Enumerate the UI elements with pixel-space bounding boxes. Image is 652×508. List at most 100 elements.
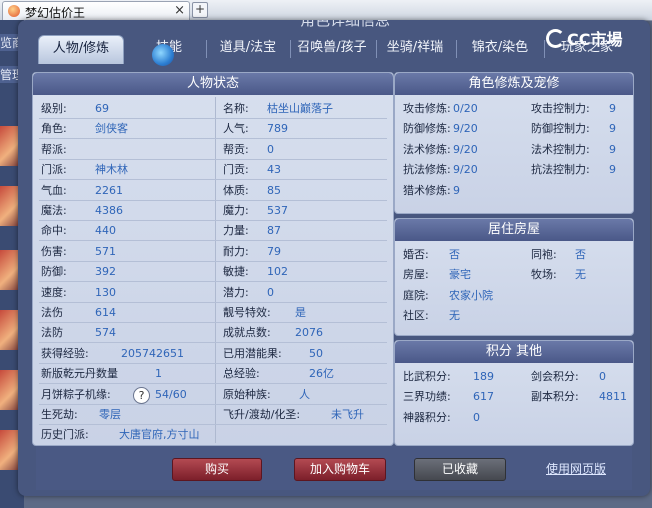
points-label: 副本积分: <box>531 390 579 404</box>
residence-value: 否 <box>575 248 586 261</box>
status-row: 魔力: 537 <box>223 201 389 220</box>
status-value: 79 <box>267 244 281 258</box>
browser-tab[interactable]: 梦幻估价王 × <box>2 1 190 21</box>
status-label: 防御: <box>41 265 67 279</box>
status-row: 级别: 69 <box>41 99 211 118</box>
cultivation-value: 9/20 <box>453 142 478 156</box>
status-label: 耐力: <box>223 244 249 258</box>
points-row: 比武积分: 189 剑会积分: 0 <box>403 367 631 386</box>
cultivation-value: 0/20 <box>453 102 478 115</box>
status-value: 537 <box>267 204 288 217</box>
status-value: 574 <box>95 326 116 340</box>
column-divider <box>215 97 216 443</box>
status-label: 总经验: <box>223 367 260 381</box>
cultivation-value: 9/20 <box>453 163 478 177</box>
residence-value: 无 <box>449 309 460 323</box>
status-label: 帮派: <box>41 142 67 156</box>
points-row: 三界功绩: 617 副本积分: 4811 <box>403 387 631 406</box>
tab-summons-children[interactable]: 召唤兽/孩子 <box>292 35 372 63</box>
residence-title: 居住房屋 <box>395 219 633 241</box>
status-value: 枯坐山巅落子 <box>267 102 333 115</box>
residence-label: 牧场: <box>531 268 557 282</box>
status-value: 神木林 <box>95 163 128 177</box>
status-row: 潜力: 0 <box>223 283 389 302</box>
browser-tab-title: 梦幻估价王 <box>25 6 86 20</box>
tab-outfits-dye[interactable]: 锦衣/染色 <box>460 35 540 63</box>
tab-character-cultivation[interactable]: 人物/修炼 <box>38 35 124 64</box>
status-value: 是 <box>295 306 306 319</box>
status-value: 392 <box>95 265 116 279</box>
residence-row: 庭院: 农家小院 <box>403 286 631 305</box>
points-value: 0 <box>473 410 480 424</box>
residence-label: 房屋: <box>403 268 429 282</box>
status-value: 54/60 <box>155 387 187 401</box>
status-value: 43 <box>267 163 281 177</box>
new-tab-button[interactable]: + <box>192 2 208 18</box>
status-value: 440 <box>95 224 116 238</box>
status-value: 零层 <box>99 408 121 421</box>
character-status-title: 人物状态 <box>33 73 393 95</box>
close-icon[interactable]: × <box>174 3 185 18</box>
status-value: 剑侠客 <box>95 122 128 136</box>
status-label: 飞升/渡劫/化圣: <box>223 408 301 421</box>
status-row: 人气: 789 <box>223 119 389 138</box>
tab-items-treasures[interactable]: 道具/法宝 <box>210 35 286 63</box>
residence-row: 社区: 无 <box>403 306 631 325</box>
cultivation-value: 9 <box>453 183 460 197</box>
status-label: 成就点数: <box>223 326 271 340</box>
status-row: 体质: 85 <box>223 181 389 200</box>
status-value: 26亿 <box>309 367 334 381</box>
residence-label: 同袍: <box>531 248 557 261</box>
cultivation-value: 9 <box>609 163 616 177</box>
status-row: 法伤 614 <box>41 303 211 322</box>
cultivation-label: 法术控制力: <box>531 142 590 156</box>
status-label: 帮贡: <box>223 142 249 156</box>
tab-player-home[interactable]: 玩家之家 <box>546 35 628 63</box>
buy-button[interactable]: 购买 <box>172 458 262 481</box>
status-row: 原始种族: 人 <box>223 385 389 404</box>
collected-button[interactable]: 已收藏 <box>414 458 506 481</box>
status-label: 名称: <box>223 102 249 115</box>
status-label: 角色: <box>41 122 67 136</box>
residence-row: 房屋: 豪宅 牧场: 无 <box>403 265 631 284</box>
use-web-version-link[interactable]: 使用网页版 <box>546 460 606 477</box>
residence-panel: 居住房屋 婚否: 否同袍: 否房屋: 豪宅 牧场: 无庭院: 农家小院 社区: 无 <box>394 218 634 336</box>
status-label: 伤害: <box>41 244 67 258</box>
residence-value: 否 <box>449 248 460 261</box>
add-to-cart-button[interactable]: 加入购物车 <box>294 458 386 481</box>
globe-icon <box>152 44 174 66</box>
status-row: 命中: 440 <box>41 221 211 240</box>
help-icon[interactable]: ? <box>133 386 150 404</box>
status-row: 力量: 87 <box>223 221 389 240</box>
residence-value: 无 <box>575 268 586 282</box>
status-label: 气血: <box>41 183 67 197</box>
residence-label: 婚否: <box>403 248 429 261</box>
status-row: 获得经验: 205742651 <box>41 344 211 363</box>
status-label: 历史门派: <box>41 428 89 442</box>
status-label: 命中: <box>41 224 67 238</box>
status-row: 新版乾元丹数量 1 <box>41 364 211 383</box>
cultivation-label: 攻击修炼: <box>403 102 451 115</box>
status-row: 飞升/渡劫/化圣: 未飞升 <box>223 405 389 424</box>
status-value: 2261 <box>95 183 123 197</box>
tab-mounts[interactable]: 坐骑/祥瑞 <box>378 35 452 63</box>
tab-divider <box>206 40 207 58</box>
cultivation-row: 攻击修炼: 0/20 攻击控制力: 9 <box>403 99 631 118</box>
points-value: 617 <box>473 390 494 404</box>
status-value: 0 <box>267 142 274 156</box>
residence-value: 豪宅 <box>449 268 471 282</box>
status-value: 102 <box>267 265 288 279</box>
status-label: 门派: <box>41 163 67 177</box>
dialog-title: 角色详细信息 <box>300 20 420 28</box>
status-row: 帮贡: 0 <box>223 140 389 159</box>
status-value: 人 <box>299 387 310 401</box>
status-label: 魔法: <box>41 204 67 217</box>
status-value: 789 <box>267 122 288 136</box>
status-value: 1 <box>155 367 162 381</box>
status-row: 法防 574 <box>41 323 211 342</box>
status-label: 速度: <box>41 285 67 299</box>
status-value: 0 <box>267 285 274 299</box>
status-label: 原始种族: <box>223 387 271 401</box>
status-label: 新版乾元丹数量 <box>41 367 118 381</box>
character-status-panel: 人物状态 级别: 69 角色: 剑侠客 帮派: 门派: 神木林 气血: 2261 魔法: 4386 命… <box>32 72 394 446</box>
